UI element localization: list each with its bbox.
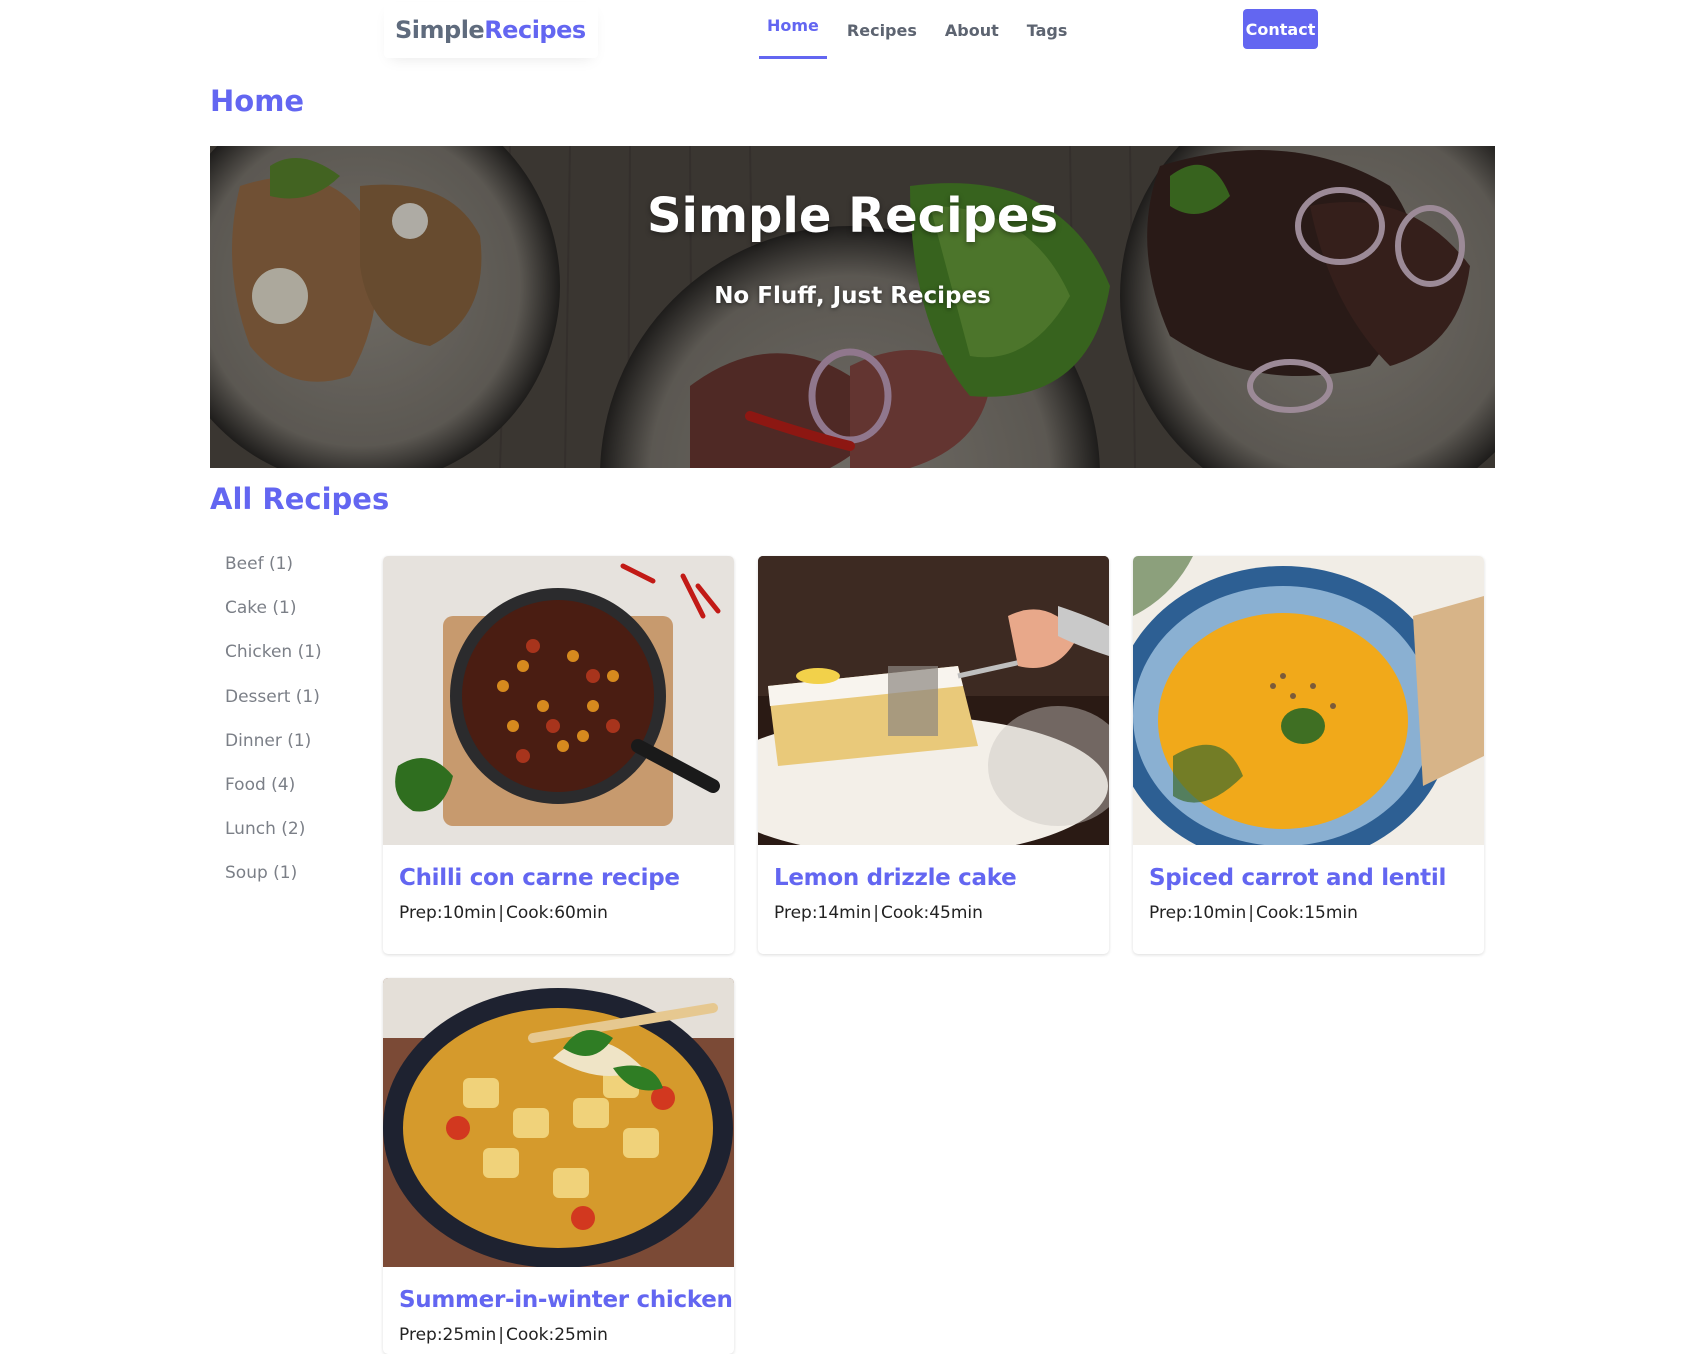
all-recipes-title: All Recipes [210, 482, 390, 516]
nav-link-about[interactable]: About [937, 0, 1007, 60]
tag-link-chicken[interactable]: Chicken (1) [225, 641, 322, 685]
recipe-meta: Prep:10min | Cook:15min [1149, 903, 1468, 923]
brand-logo[interactable]: Simple Recipes [384, 2, 598, 58]
tag-link-beef[interactable]: Beef (1) [225, 553, 322, 597]
page-title: Home [210, 84, 305, 118]
separator: | [873, 903, 879, 923]
recipe-image-summer-chicken[interactable] [383, 978, 734, 1267]
tag-link-cake[interactable]: Cake (1) [225, 597, 322, 641]
cook-time: Cook:25min [505, 1325, 608, 1345]
recipe-title[interactable]: Lemon drizzle cake [774, 865, 1093, 891]
prep-time: Prep:14min [774, 903, 872, 923]
cook-time: Cook:45min [880, 903, 983, 923]
separator: | [498, 1325, 504, 1345]
recipe-meta: Prep:10min | Cook:60min [399, 903, 718, 923]
hero-title: Simple Recipes [646, 188, 1059, 244]
recipe-card[interactable]: Spiced carrot and lentil Prep:10min | Cook… [1133, 556, 1484, 954]
recipe-card[interactable]: Chilli con carne recipe Prep:10min | Cook:… [383, 556, 734, 954]
prep-time: Prep:10min [1149, 903, 1247, 923]
recipe-title[interactable]: Spiced carrot and lentil [1149, 865, 1468, 891]
nav-link-tags[interactable]: Tags [1019, 0, 1076, 60]
prep-time: Prep:10min [399, 903, 497, 923]
recipe-image-chilli[interactable] [383, 556, 734, 845]
recipe-meta: Prep:14min | Cook:45min [774, 903, 1093, 923]
hero-banner: Simple Recipes No Fluff, Just Recipes [210, 146, 1495, 468]
separator: | [1248, 903, 1254, 923]
nav-link-recipes[interactable]: Recipes [839, 0, 925, 60]
prep-time: Prep:25min [399, 1325, 497, 1345]
contact-button[interactable]: Contact [1243, 9, 1318, 49]
tag-link-lunch[interactable]: Lunch (2) [225, 818, 322, 862]
tag-link-soup[interactable]: Soup (1) [225, 862, 322, 906]
tag-link-dessert[interactable]: Dessert (1) [225, 686, 322, 730]
recipe-image-carrot-soup[interactable] [1133, 556, 1484, 845]
separator: | [498, 903, 504, 923]
recipe-card[interactable]: Lemon drizzle cake Prep:14min | Cook:45min [758, 556, 1109, 954]
brand-logo-part2: Recipes [484, 16, 586, 44]
recipe-title[interactable]: Chilli con carne recipe [399, 865, 718, 891]
recipe-meta: Prep:25min | Cook:25min [399, 1325, 718, 1345]
recipe-image-lemon-cake[interactable] [758, 556, 1109, 845]
tag-link-dinner[interactable]: Dinner (1) [225, 730, 322, 774]
tag-link-food[interactable]: Food (4) [225, 774, 322, 818]
recipe-card[interactable]: Summer-in-winter chicken Prep:25min | Cook… [383, 978, 734, 1354]
cook-time: Cook:60min [505, 903, 608, 923]
tag-list: Beef (1) Cake (1) Chicken (1) Dessert (1… [225, 553, 322, 907]
nav-links: Home Recipes About Tags [759, 0, 1087, 62]
brand-logo-part1: Simple [395, 16, 485, 44]
recipe-title[interactable]: Summer-in-winter chicken [399, 1287, 733, 1313]
hero-subtitle: No Fluff, Just Recipes [714, 283, 991, 309]
nav-link-home[interactable]: Home [759, 0, 827, 59]
top-navbar: Simple Recipes Home Recipes About Tags Co… [0, 0, 1696, 62]
cook-time: Cook:15min [1255, 903, 1358, 923]
